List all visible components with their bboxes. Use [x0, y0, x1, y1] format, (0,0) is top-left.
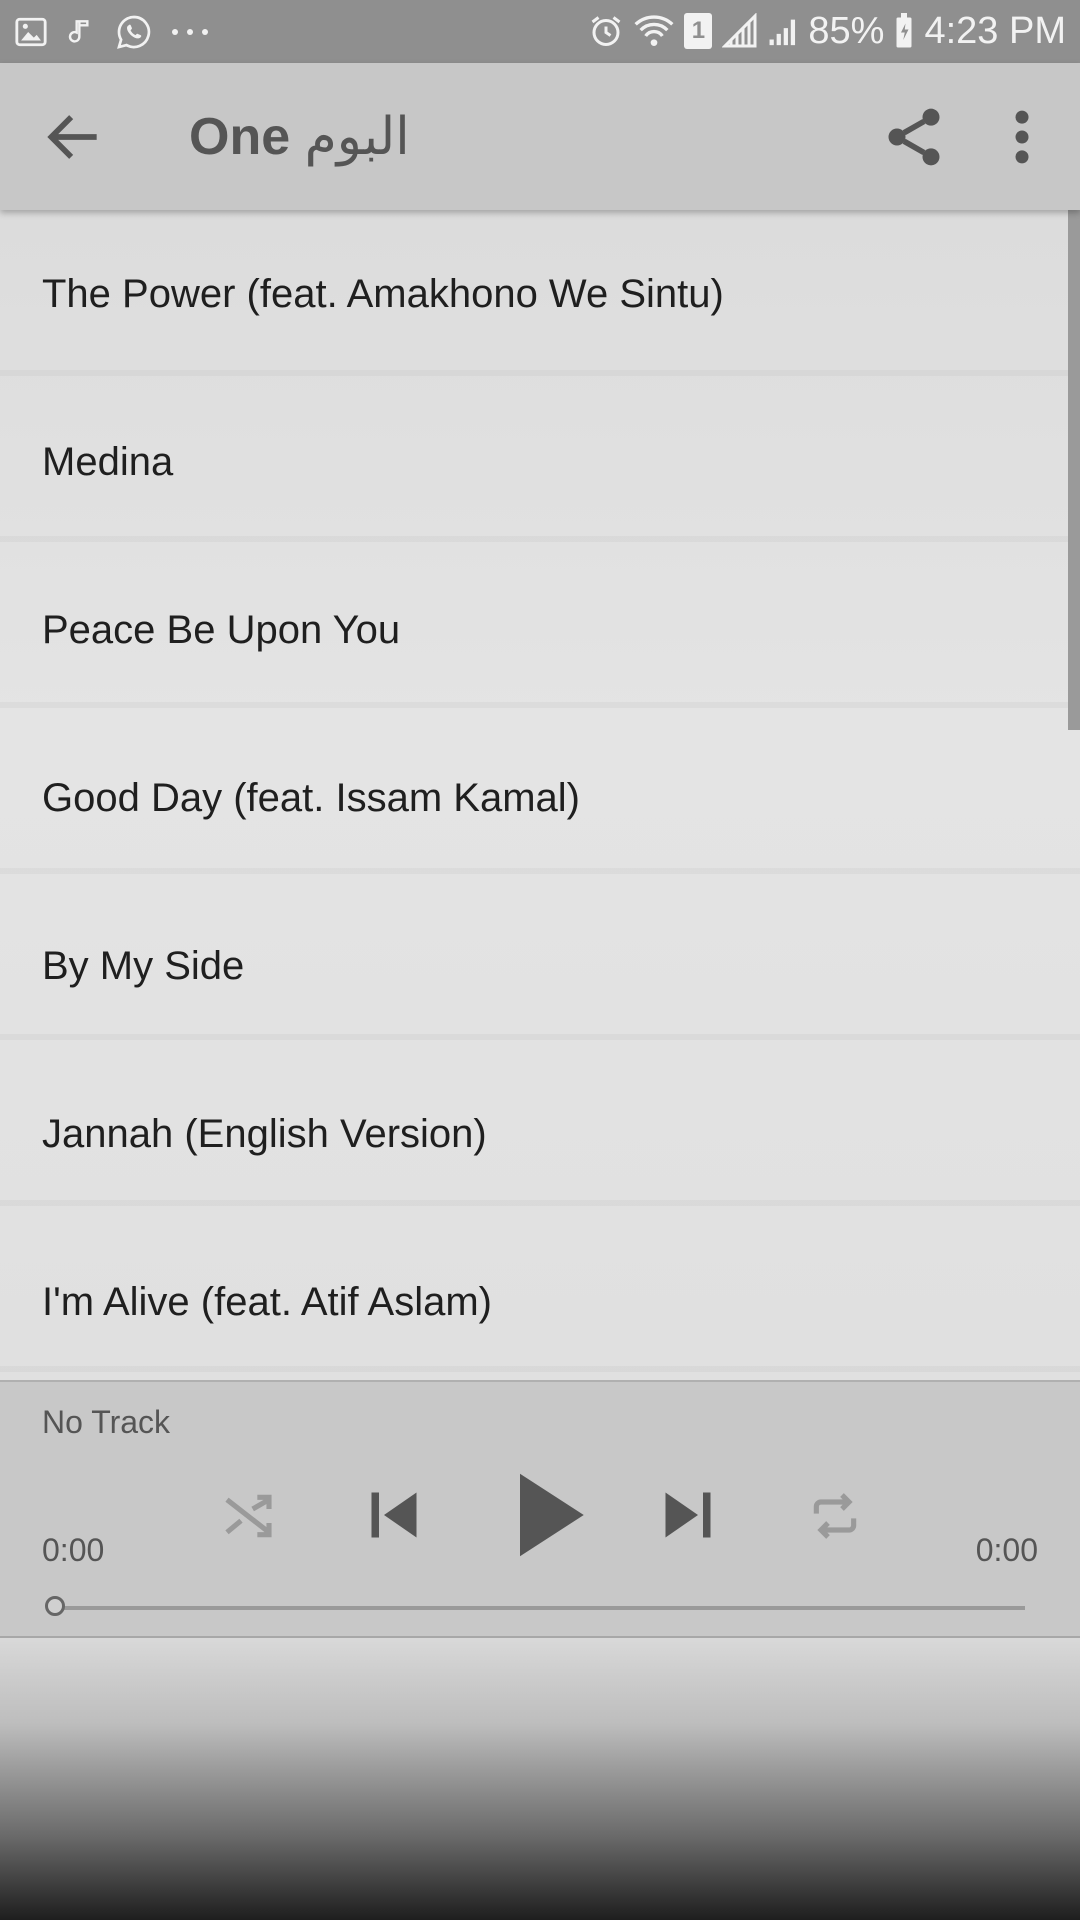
track-item[interactable]: Good Day (feat. Issam Kamal) [0, 714, 1080, 882]
page-title: One البوم [189, 103, 410, 171]
signal-icon-2 [768, 14, 798, 48]
track-item[interactable]: Medina [0, 378, 1080, 546]
skip-previous-icon [364, 1492, 424, 1549]
more-options-button[interactable] [1000, 103, 1044, 171]
track-item[interactable]: I'm Alive (feat. Atif Aslam) [0, 1218, 1080, 1386]
music-note-icon [66, 15, 98, 49]
track-item[interactable]: The Power (feat. Amakhono We Sintu) [0, 210, 1080, 378]
track-item[interactable]: Peace Be Upon You [0, 546, 1080, 714]
play-icon [510, 1473, 590, 1564]
track-title: Medina [42, 439, 174, 484]
track-list: The Power (feat. Amakhono We Sintu) Medi… [0, 210, 1080, 1386]
share-icon [880, 108, 948, 175]
album-label-arabic: البوم [304, 107, 410, 167]
arrow-left-icon [40, 115, 108, 175]
notification-icons [14, 10, 210, 54]
more-vertical-icon [1000, 110, 1044, 175]
clock: 4:23 PM [924, 9, 1066, 52]
whatsapp-icon [116, 14, 152, 50]
play-button[interactable] [510, 1470, 590, 1560]
mini-player: No Track 0:00 0:00 [0, 1380, 1080, 1638]
total-time: 0:00 [975, 1532, 1038, 1568]
more-dots-icon [170, 27, 210, 37]
background-area [0, 1640, 1080, 1920]
alarm-icon [588, 13, 624, 49]
now-playing-label: No Track [42, 1404, 171, 1440]
previous-button[interactable] [364, 1485, 424, 1545]
elapsed-time: 0:00 [42, 1532, 105, 1568]
track-list-area: The Power (feat. Amakhono We Sintu) Medi… [0, 210, 1080, 1380]
skip-next-icon [658, 1492, 718, 1549]
shuffle-icon [220, 1494, 276, 1548]
sim-1-icon: 1 [684, 13, 713, 49]
track-item[interactable]: Jannah (English Version) [0, 1050, 1080, 1218]
battery-percent: 85% [808, 9, 885, 52]
repeat-button[interactable] [806, 1488, 864, 1544]
app-bar: One البوم [0, 63, 1080, 210]
seek-bar[interactable] [55, 1606, 1025, 1610]
wifi-icon [634, 14, 674, 48]
share-button[interactable] [880, 103, 948, 171]
signal-icon [722, 13, 758, 49]
track-title: Good Day (feat. Issam Kamal) [42, 775, 580, 820]
system-icons: 1 85% 4:23 PM [588, 8, 1066, 54]
gallery-icon [14, 15, 48, 49]
list-scrollbar[interactable] [1068, 210, 1080, 730]
track-title: Peace Be Upon You [42, 607, 401, 652]
battery-charging-icon [894, 13, 914, 49]
seek-thumb[interactable] [45, 1596, 65, 1616]
repeat-icon [806, 1493, 864, 1548]
track-title: Jannah (English Version) [42, 1111, 487, 1156]
shuffle-button[interactable] [220, 1488, 276, 1544]
track-title: By My Side [42, 943, 245, 988]
next-button[interactable] [658, 1485, 718, 1545]
track-title: I'm Alive (feat. Atif Aslam) [42, 1279, 492, 1324]
track-title: The Power (feat. Amakhono We Sintu) [42, 271, 724, 316]
back-button[interactable] [40, 103, 108, 171]
track-item[interactable]: By My Side [0, 882, 1080, 1050]
album-title: One [189, 108, 291, 166]
status-bar: 1 85% 4:23 PM [0, 0, 1080, 63]
